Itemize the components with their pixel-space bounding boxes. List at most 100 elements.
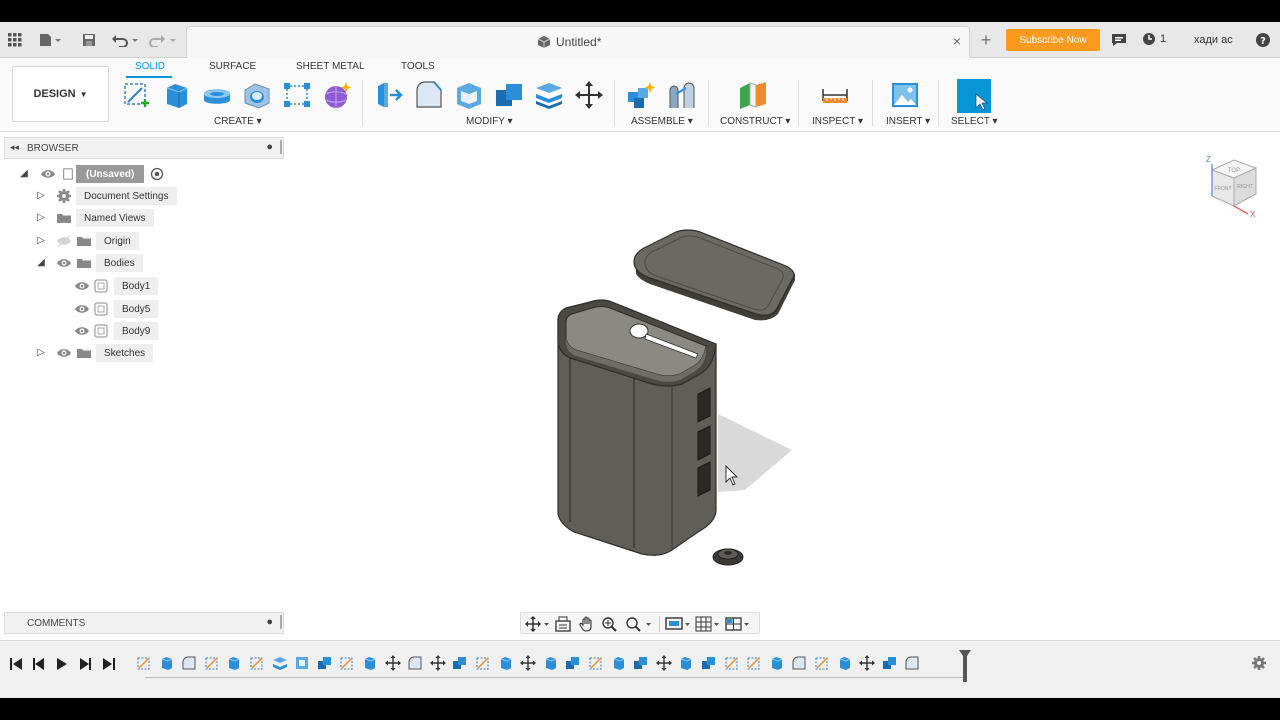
fillet-feature-icon[interactable] (791, 655, 807, 671)
combine-feature-icon[interactable] (452, 655, 468, 671)
shell-feature-icon[interactable] (294, 655, 310, 671)
sketch-feature-icon[interactable] (588, 655, 604, 671)
sketch-feature-icon[interactable] (136, 655, 152, 671)
combine-feature-icon[interactable] (565, 655, 581, 671)
shell-icon[interactable] (454, 80, 484, 110)
browser-item-document-settings[interactable]: Document Settings (56, 187, 177, 205)
joint-icon[interactable] (666, 80, 696, 110)
lid-body[interactable] (633, 229, 795, 321)
move-feature-icon[interactable] (859, 655, 876, 671)
sketch-feature-icon[interactable] (204, 655, 220, 671)
sketch-feature-icon[interactable] (724, 655, 740, 671)
offset-plane-icon[interactable] (738, 80, 768, 110)
expand-icon[interactable]: ▷ (35, 210, 47, 224)
redo-icon[interactable] (148, 30, 178, 50)
split-feature-icon[interactable] (272, 655, 288, 671)
fillet-feature-icon[interactable] (904, 655, 920, 671)
timeline-settings-icon[interactable] (1251, 655, 1267, 676)
measure-icon[interactable] (820, 80, 850, 110)
extrude-feature-icon[interactable] (543, 655, 559, 671)
press-pull-icon[interactable] (374, 80, 404, 110)
sketch-feature-icon[interactable] (475, 655, 491, 671)
expand-icon[interactable]: ▷ (35, 188, 47, 202)
insert-menu[interactable]: INSERT ▾ (886, 116, 930, 127)
select-menu[interactable]: SELECT ▾ (951, 116, 998, 127)
sketch-feature-icon[interactable] (249, 655, 265, 671)
workspace-switcher[interactable]: DESIGN ▼ (12, 66, 109, 122)
comments-panel-header[interactable]: COMMENTS ● (4, 612, 284, 634)
extrude-feature-icon[interactable] (362, 655, 378, 671)
skip-end-icon[interactable] (102, 657, 116, 671)
job-status[interactable]: 1 (1142, 32, 1166, 46)
panel-resize-handle[interactable] (280, 140, 282, 154)
collapse-icon[interactable]: ◢ (35, 255, 47, 269)
eye-hidden-icon[interactable] (56, 235, 72, 247)
eye-icon[interactable] (74, 325, 90, 337)
look-at-icon[interactable] (555, 616, 571, 632)
activate-target-icon[interactable] (150, 167, 164, 181)
extrude-feature-icon[interactable] (611, 655, 627, 671)
browser-item-sketches[interactable]: Sketches (56, 344, 154, 362)
knob-body[interactable] (712, 548, 744, 566)
combine-feature-icon[interactable] (882, 655, 898, 671)
zoom-icon[interactable] (625, 616, 655, 632)
browser-item-bodies[interactable]: Bodies (56, 254, 143, 272)
step-back-icon[interactable] (32, 657, 46, 671)
combine-feature-icon[interactable] (633, 655, 649, 671)
sketch-feature-icon[interactable] (814, 655, 830, 671)
browser-body-row[interactable]: Body9 (74, 322, 159, 340)
sketch-feature-icon[interactable] (746, 655, 762, 671)
orbit-icon[interactable] (525, 616, 549, 632)
step-forward-icon[interactable] (78, 657, 92, 671)
extrude-feature-icon[interactable] (226, 655, 242, 671)
collapse-panel-icon[interactable]: ◂◂ (10, 142, 19, 153)
new-component-icon[interactable] (626, 80, 656, 110)
extrude-feature-icon[interactable] (837, 655, 853, 671)
grid-settings-icon[interactable] (695, 616, 723, 632)
fillet-feature-icon[interactable] (407, 655, 423, 671)
expand-icon[interactable]: ▷ (35, 233, 47, 247)
eye-icon[interactable] (40, 168, 56, 180)
eye-icon[interactable] (74, 280, 90, 292)
pan-hand-icon[interactable] (579, 616, 595, 632)
panel-options-icon[interactable]: ● (266, 141, 273, 153)
form-icon[interactable] (322, 80, 352, 110)
add-comment-icon[interactable]: ● (266, 616, 273, 628)
pattern-icon[interactable] (282, 80, 312, 110)
tab-solid[interactable]: SOLID (135, 61, 165, 72)
notifications-icon[interactable] (1110, 30, 1128, 50)
construct-menu[interactable]: CONSTRUCT ▾ (720, 116, 790, 127)
move-feature-icon[interactable] (384, 655, 401, 671)
move-feature-icon[interactable] (655, 655, 672, 671)
move-feature-icon[interactable] (520, 655, 537, 671)
browser-body-row[interactable]: Body1 (74, 277, 159, 295)
select-icon[interactable] (956, 78, 992, 114)
viewports-icon[interactable] (725, 616, 753, 632)
3d-viewport[interactable] (290, 134, 1280, 639)
new-tab-icon[interactable]: + (976, 30, 996, 50)
extrude-feature-icon[interactable] (498, 655, 514, 671)
save-icon[interactable] (80, 30, 98, 50)
extrude-feature-icon[interactable] (769, 655, 785, 671)
extrude-feature-icon[interactable] (678, 655, 694, 671)
tab-surface[interactable]: SURFACE (209, 61, 256, 72)
collapse-root-icon[interactable]: ◢ (18, 166, 30, 180)
extrude-feature-icon[interactable] (159, 655, 175, 671)
panel-resize-handle[interactable] (280, 615, 282, 629)
split-body-icon[interactable] (534, 80, 564, 110)
combine-feature-icon[interactable] (701, 655, 717, 671)
move-feature-icon[interactable] (429, 655, 446, 671)
close-tab-icon[interactable]: × (953, 33, 961, 49)
eye-icon[interactable] (74, 303, 90, 315)
sketch-feature-icon[interactable] (339, 655, 355, 671)
apps-grid-icon[interactable] (6, 30, 24, 50)
browser-item-named-views[interactable]: Named Views (56, 209, 154, 227)
undo-icon[interactable] (110, 30, 140, 50)
eye-icon[interactable] (56, 347, 72, 359)
browser-body-row[interactable]: Body5 (74, 300, 159, 318)
tab-tools[interactable]: TOOLS (401, 61, 435, 72)
browser-panel-header[interactable]: ◂◂ BROWSER ● (4, 137, 284, 159)
expand-icon[interactable]: ▷ (35, 345, 47, 359)
display-settings-icon[interactable] (665, 616, 693, 632)
user-name[interactable]: хади ас (1194, 34, 1233, 46)
